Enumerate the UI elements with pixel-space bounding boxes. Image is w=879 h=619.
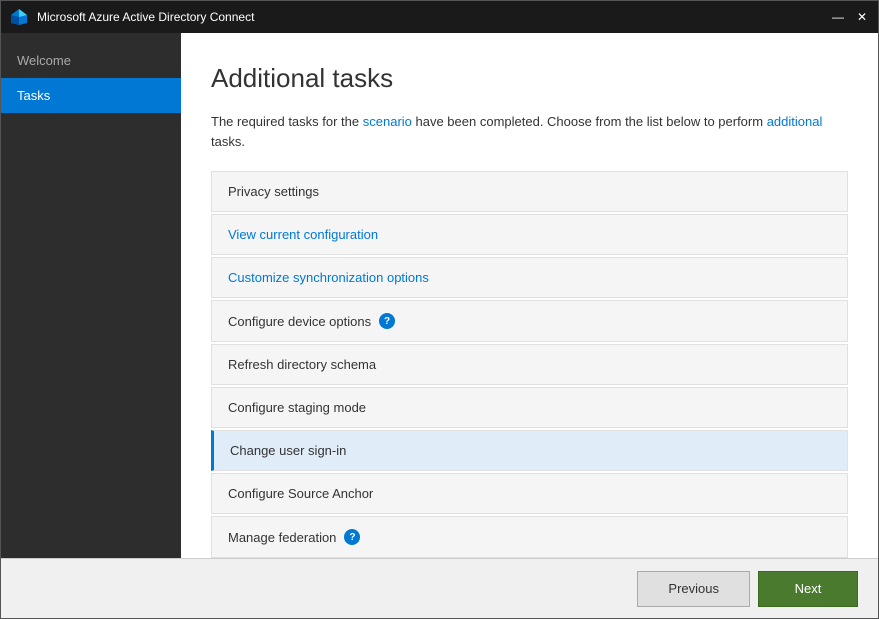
window-title: Microsoft Azure Active Directory Connect [37,10,830,24]
task-customize-sync[interactable]: Customize synchronization options [211,257,848,298]
task-privacy[interactable]: Privacy settings [211,171,848,212]
main-window: Microsoft Azure Active Directory Connect… [0,0,879,619]
minimize-button[interactable]: — [830,10,846,24]
federation-help-icon[interactable]: ? [344,529,360,545]
previous-button[interactable]: Previous [637,571,750,607]
description-text: The required tasks for the scenario have… [211,112,848,151]
main-panel: Additional tasks The required tasks for … [181,33,878,558]
task-list: Privacy settings View current configurat… [211,171,848,558]
sidebar: Welcome Tasks [1,33,181,558]
task-refresh-schema[interactable]: Refresh directory schema [211,344,848,385]
task-source-anchor[interactable]: Configure Source Anchor [211,473,848,514]
footer: Previous Next [1,558,878,618]
task-federation[interactable]: Manage federation ? [211,516,848,558]
device-options-help-icon[interactable]: ? [379,313,395,329]
close-button[interactable]: ✕ [854,10,870,24]
next-button[interactable]: Next [758,571,858,607]
sidebar-item-tasks[interactable]: Tasks [1,78,181,113]
page-title: Additional tasks [211,63,848,94]
task-user-signin[interactable]: Change user sign-in [211,430,848,471]
content-area: Welcome Tasks Additional tasks The requi… [1,33,878,558]
sidebar-item-welcome[interactable]: Welcome [1,43,181,78]
task-device-options[interactable]: Configure device options ? [211,300,848,342]
task-staging-mode[interactable]: Configure staging mode [211,387,848,428]
task-view-config[interactable]: View current configuration [211,214,848,255]
title-bar: Microsoft Azure Active Directory Connect… [1,1,878,33]
app-logo-icon [9,7,29,27]
window-controls: — ✕ [830,10,870,24]
